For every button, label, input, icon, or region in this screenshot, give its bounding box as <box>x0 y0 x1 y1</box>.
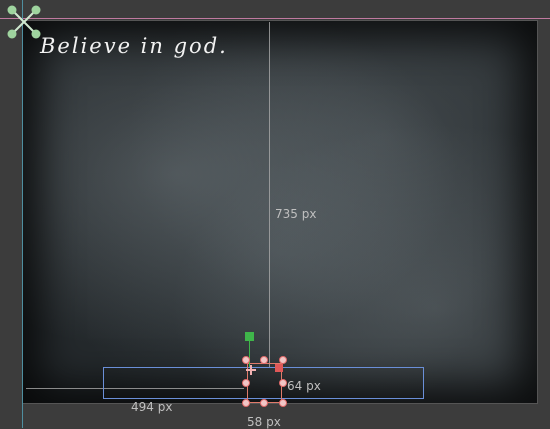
editor-viewport[interactable]: Believe in god. 735 px 494 px 64 px 58 p… <box>0 0 550 429</box>
resize-handle-bottom-left[interactable] <box>242 399 250 407</box>
width-label: 58 px <box>247 415 281 429</box>
resize-handle-bottom[interactable] <box>260 399 268 407</box>
canvas-text[interactable]: Believe in god. <box>40 34 228 58</box>
vertical-measure-line <box>269 22 270 367</box>
resize-handle-left[interactable] <box>242 379 250 387</box>
resize-handle-bottom-right[interactable] <box>279 399 287 407</box>
anchor-cross-icon[interactable] <box>6 4 42 40</box>
anchor-stem <box>249 341 250 367</box>
vertical-distance-label: 735 px <box>275 207 317 221</box>
resize-handle-right[interactable] <box>279 379 287 387</box>
horizontal-distance-label: 494 px <box>131 400 173 414</box>
resize-handle-top[interactable] <box>260 356 268 364</box>
red-anchor-handle[interactable] <box>275 364 283 372</box>
resize-handle-top-right[interactable] <box>279 356 287 364</box>
top-guide-line[interactable] <box>0 18 550 19</box>
left-guide-line[interactable] <box>22 0 23 428</box>
pivot-icon[interactable] <box>246 365 256 375</box>
resize-handle-top-left[interactable] <box>242 356 250 364</box>
green-anchor-handle[interactable] <box>245 332 254 341</box>
